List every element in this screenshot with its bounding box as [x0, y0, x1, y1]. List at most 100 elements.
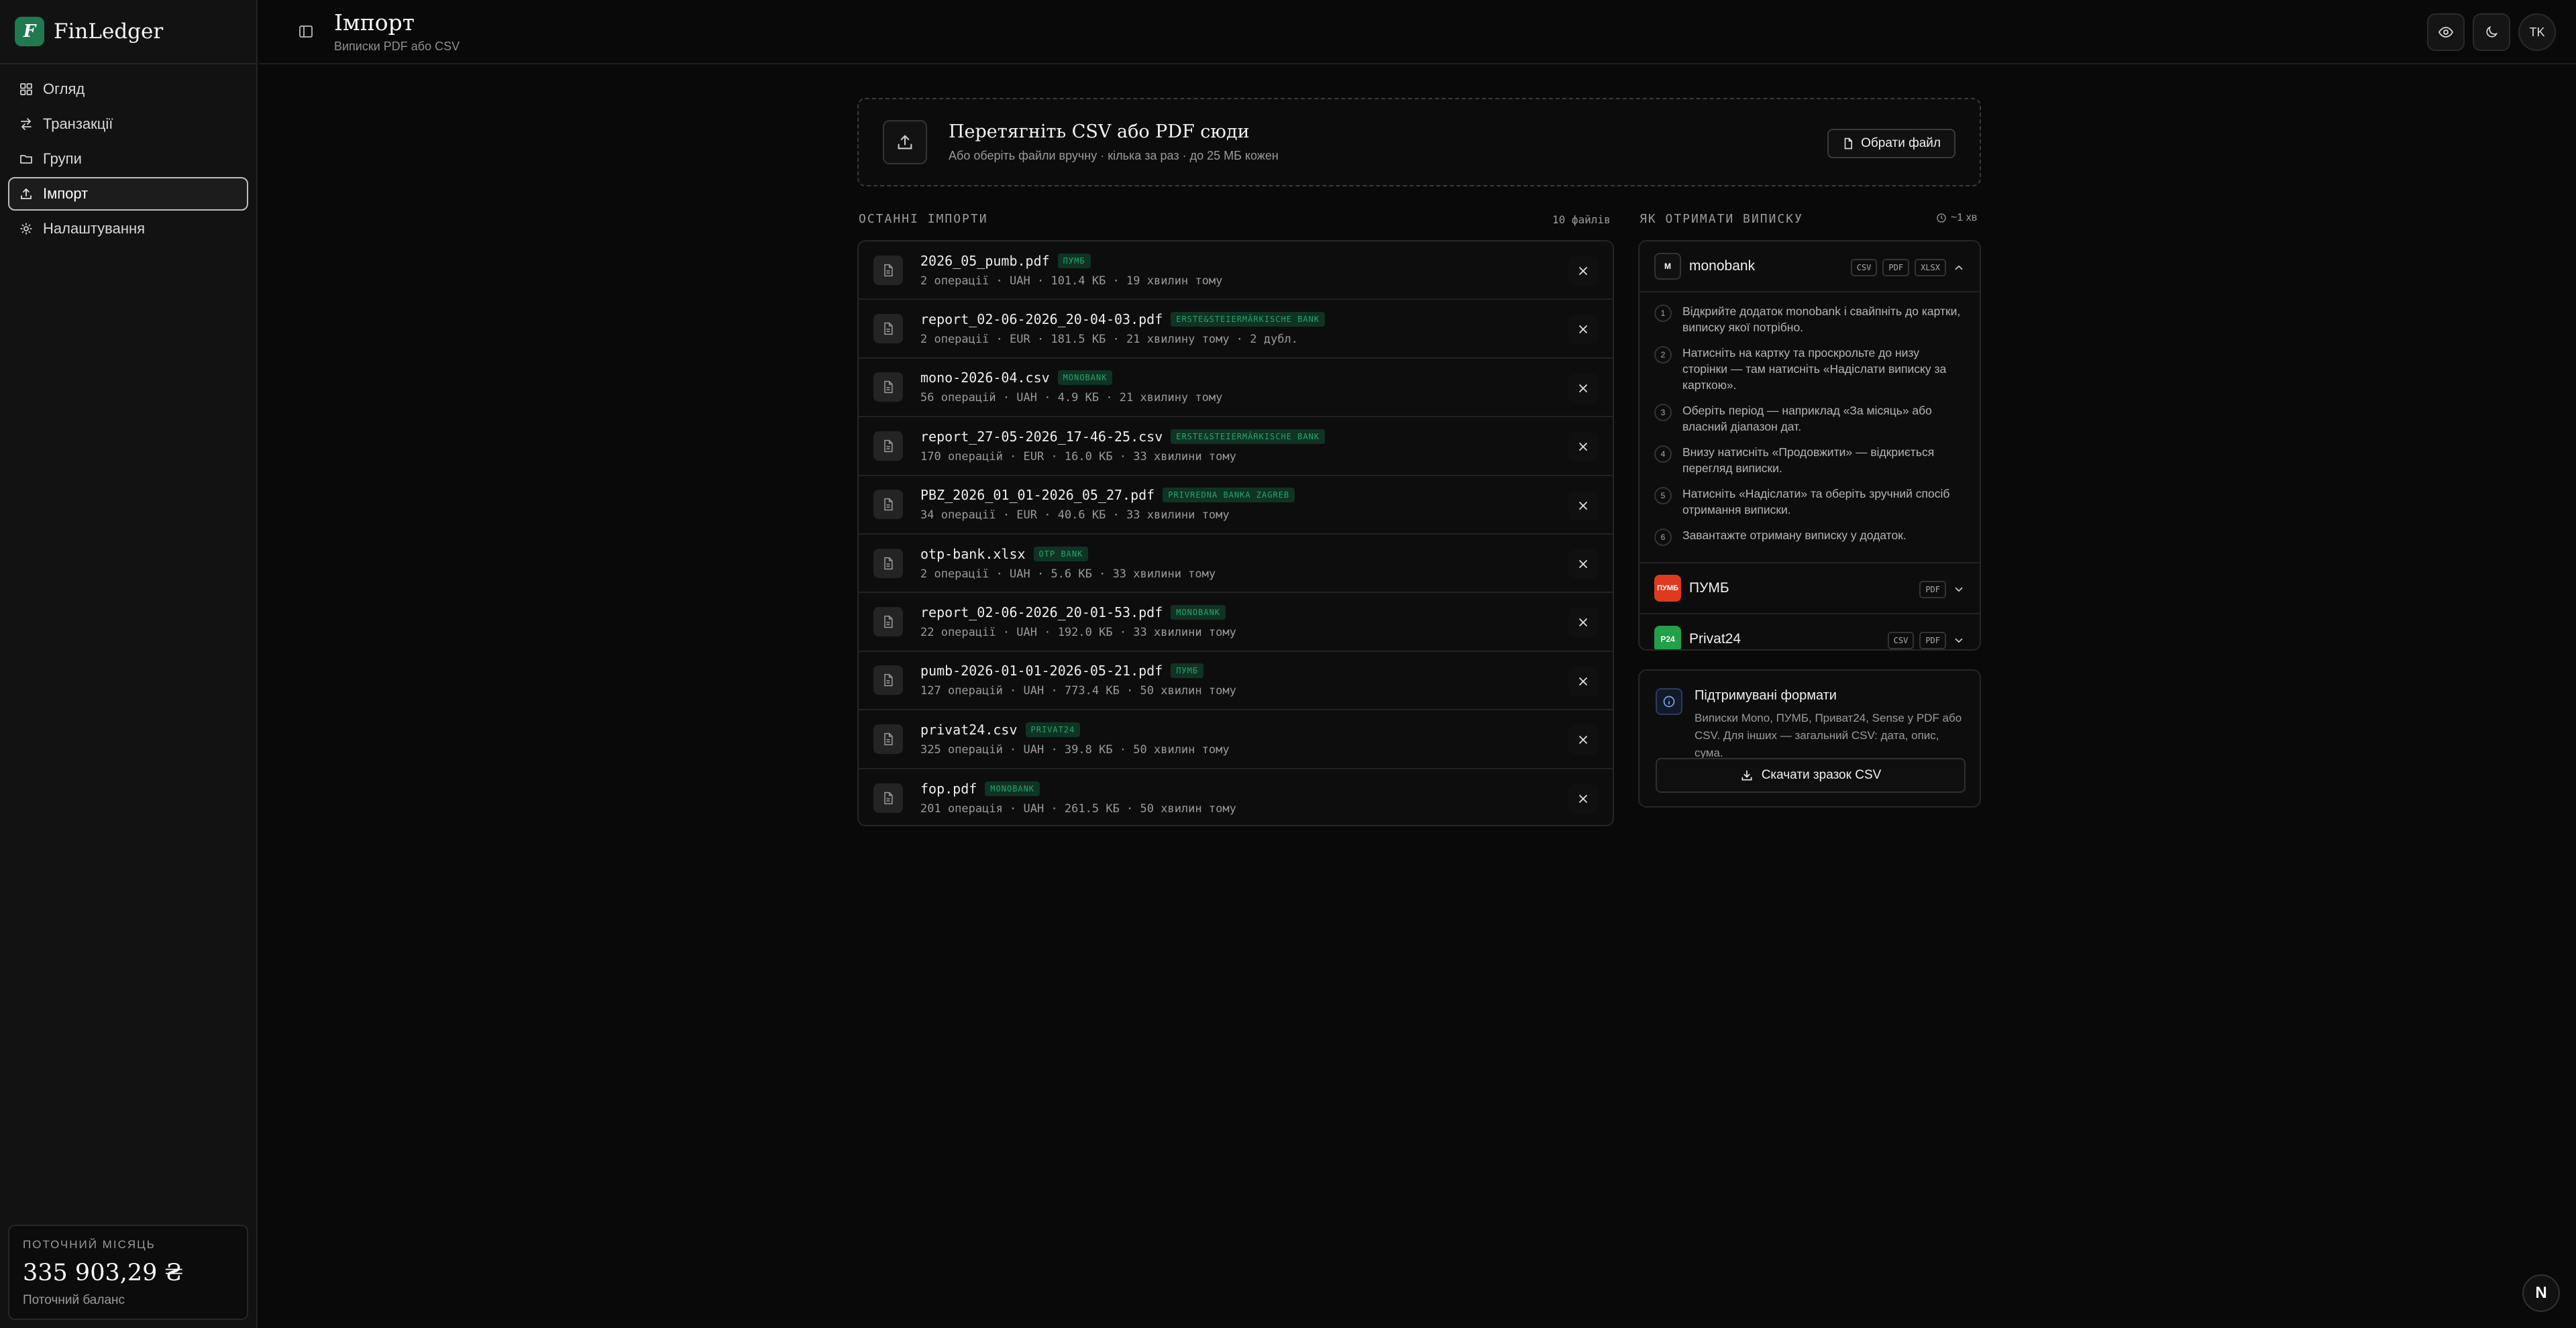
nextjs-dev-badge[interactable]: N [2522, 1274, 2560, 1312]
step-item: 4 Внизу натисніть «Продовжити» — відкриєт… [1654, 444, 1965, 476]
page-title: Імпорт [334, 9, 415, 36]
bank-badge: ERSTE&STEIERMÄRKISCHE BANK [1171, 429, 1326, 444]
eye-icon [2438, 27, 2454, 38]
step-number: 2 [1654, 346, 1672, 364]
bank-badge: PRIVAT24 [1025, 722, 1081, 737]
file-name: report_02-06-2026_20-01-53.pdf [920, 604, 1163, 621]
step-item: 6 Завантажте отриману виписку у додаток. [1654, 527, 1965, 546]
close-icon [1579, 267, 1587, 275]
balance-label: ПОТОЧНИЙ МІСЯЦЬ [23, 1238, 156, 1251]
folder-icon [19, 152, 34, 166]
bank-badge: PRIVREDNA BANKA ZAGREB [1163, 488, 1295, 503]
import-row[interactable]: otp-bank.xlsx OTP BANK 2 операції · UAH … [859, 535, 1613, 594]
bank-badge: MONOBANK [1171, 605, 1226, 620]
howto-time: ~1 хв [1936, 212, 1977, 224]
close-icon [1579, 794, 1587, 803]
import-meta: 325 операцій · UAH · 39.8 КБ · 50 хвилин… [920, 742, 1230, 757]
remove-import-button[interactable] [1568, 490, 1598, 520]
remove-import-button[interactable] [1568, 549, 1598, 579]
file-icon [873, 548, 903, 578]
remove-import-button[interactable] [1568, 432, 1598, 462]
sidebar-item-import[interactable]: Імпорт [8, 177, 248, 211]
file-icon [873, 255, 903, 285]
upload-icon [19, 186, 34, 201]
import-row[interactable]: privat24.csv PRIVAT24 325 операцій · UAH… [859, 710, 1613, 769]
bank-accordion-monobank[interactable]: M monobank CSV PDF XLSX [1640, 241, 1980, 291]
monobank-steps: 1 Відкрийте додаток monobank і свайпніть … [1640, 291, 1980, 562]
avatar[interactable]: TK [2518, 13, 2556, 51]
import-row[interactable]: report_02-06-2026_20-01-53.pdf MONOBANK … [859, 593, 1613, 652]
step-number: 3 [1654, 404, 1672, 421]
sidebar-item-settings[interactable]: Налаштування [8, 212, 248, 245]
file-name: 2026_05_pumb.pdf [920, 252, 1050, 269]
import-meta: 201 операція · UAH · 261.5 КБ · 50 хвили… [920, 802, 1236, 816]
top-header: Імпорт Виписки PDF або CSV TK [259, 0, 2576, 64]
download-sample-label: Скачати зразок CSV [1761, 768, 1882, 782]
brand[interactable]: F FinLedger [0, 0, 256, 64]
chevron-down-icon [1955, 587, 1963, 592]
bank-name: Privat24 [1689, 631, 1741, 647]
remove-import-button[interactable] [1568, 373, 1598, 403]
arrows-icon [19, 117, 34, 131]
format-tag: CSV [1850, 259, 1878, 276]
import-row[interactable]: report_27-05-2026_17-46-25.csv ERSTE&STE… [859, 417, 1613, 476]
import-row[interactable]: PBZ_2026_01_01-2026_05_27.pdf PRIVREDNA … [859, 476, 1613, 535]
import-row[interactable]: fop.pdf MONOBANK 201 операція · UAH · 26… [859, 769, 1613, 825]
import-row[interactable]: report_02-06-2026_20-04-03.pdf ERSTE&STE… [859, 300, 1613, 359]
sidebar-toggle-button[interactable] [297, 22, 315, 41]
visibility-button[interactable] [2427, 13, 2465, 51]
grid-icon [19, 82, 34, 97]
bank-badge: ПУМБ [1171, 663, 1204, 679]
close-icon [1579, 325, 1587, 334]
format-tag: PDF [1919, 581, 1946, 598]
step-text: Завантажте отриману виписку у додаток. [1682, 529, 1907, 542]
file-name: mono-2026-04.csv [920, 370, 1050, 386]
step-item: 2 Натисніть на картку та проскрольте до н… [1654, 345, 1965, 393]
step-item: 3 Оберіть період — наприклад «За місяць» … [1654, 402, 1965, 435]
balance-card: ПОТОЧНИЙ МІСЯЦЬ 335 903,29 ₴ Поточний ба… [8, 1225, 248, 1320]
privat24-logo: P24 [1654, 626, 1681, 649]
file-name: privat24.csv [920, 721, 1018, 738]
import-row[interactable]: mono-2026-04.csv MONOBANK 56 операцій · … [859, 359, 1613, 418]
import-meta: 170 операцій · EUR · 16.0 КБ · 33 хвилин… [920, 449, 1236, 463]
remove-import-button[interactable] [1568, 783, 1598, 814]
recent-imports-list: 2026_05_pumb.pdf ПУМБ 2 операції · UAH ·… [857, 240, 1614, 826]
sidebar-item-label: Імпорт [43, 185, 89, 202]
app-logo: F [15, 17, 44, 46]
sidebar-item-transactions[interactable]: Транзакції [8, 107, 248, 141]
bank-accordion-pumb[interactable]: ПУМБ ПУМБ PDF [1640, 563, 1980, 613]
page-subtitle: Виписки PDF або CSV [334, 40, 460, 53]
remove-import-button[interactable] [1568, 315, 1598, 345]
bank-accordion-privat24[interactable]: P24 Privat24 CSV PDF [1640, 614, 1980, 649]
bank-badge: OTP BANK [1033, 546, 1089, 561]
close-icon [1579, 501, 1587, 510]
theme-toggle-button[interactable] [2473, 13, 2510, 51]
sidebar-nav: Огляд Транзакції Групи Імпорт Налаштуван… [0, 64, 256, 255]
close-icon [1579, 443, 1587, 451]
remove-import-button[interactable] [1568, 608, 1598, 638]
remove-import-button[interactable] [1568, 725, 1598, 755]
sidebar-item-label: Огляд [43, 80, 85, 97]
bank-instructions: M monobank CSV PDF XLSX 1 Відкрийте додат… [1638, 240, 1981, 651]
import-meta: 127 операцій · UAH · 773.4 КБ · 50 хвили… [920, 684, 1236, 698]
file-name: fop.pdf [920, 781, 977, 797]
download-sample-csv-button[interactable]: Скачати зразок CSV [1656, 758, 1966, 793]
import-row[interactable]: 2026_05_pumb.pdf ПУМБ 2 операції · UAH ·… [859, 241, 1613, 300]
remove-import-button[interactable] [1568, 256, 1598, 286]
sidebar-item-label: Групи [43, 150, 82, 167]
file-dropzone[interactable]: Перетягніть CSV або PDF сюди Або оберіть… [857, 98, 1981, 186]
step-text: Натисніть «Надіслати» та оберіть зручний… [1682, 487, 1950, 516]
sidebar-item-overview[interactable]: Огляд [8, 72, 248, 106]
balance-subtitle: Поточний баланс [23, 1293, 125, 1307]
choose-file-button[interactable]: Обрати файл [1827, 129, 1955, 158]
upload-icon [883, 120, 927, 164]
import-meta: 22 операції · UAH · 192.0 КБ · 33 хвилин… [920, 626, 1236, 640]
app-name: FinLedger [54, 19, 164, 44]
close-icon [1579, 677, 1587, 685]
import-row[interactable]: pumb-2026-01-01-2026-05-21.pdf ПУМБ 127 … [859, 652, 1613, 711]
sidebar-item-groups[interactable]: Групи [8, 142, 248, 176]
pumb-logo: ПУМБ [1654, 575, 1681, 602]
bank-badge: ПУМБ [1057, 253, 1091, 268]
remove-import-button[interactable] [1568, 666, 1598, 696]
file-icon [1844, 137, 1853, 150]
